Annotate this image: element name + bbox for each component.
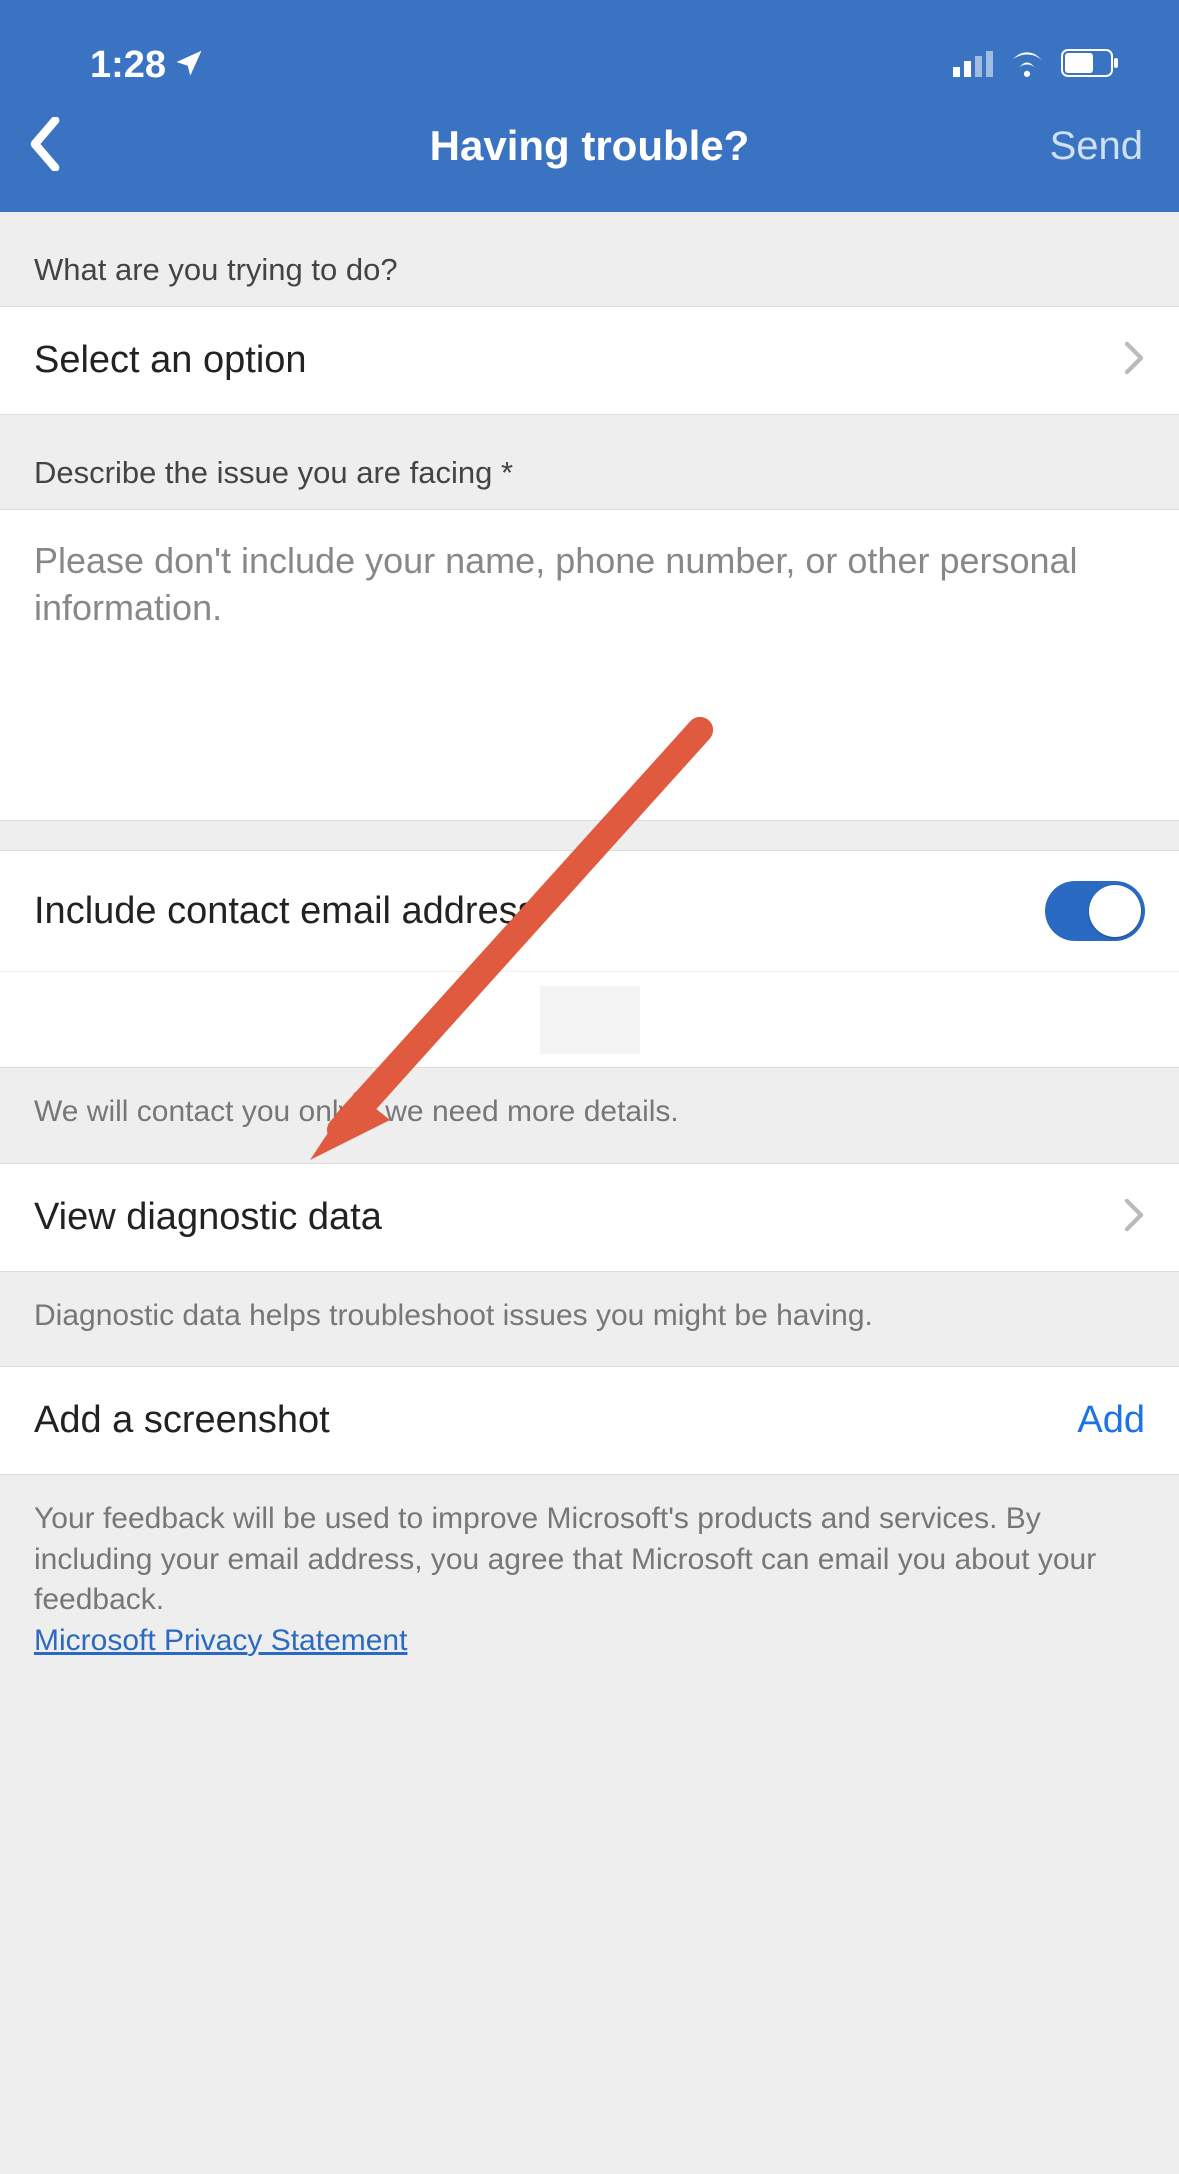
spacer xyxy=(0,821,1179,851)
chevron-right-icon xyxy=(1123,1198,1145,1237)
status-right xyxy=(953,44,1119,87)
view-diagnostic-label: View diagnostic data xyxy=(34,1196,382,1239)
section2-label: Describe the issue you are facing * xyxy=(0,415,1179,509)
section1-label: What are you trying to do? xyxy=(0,212,1179,306)
include-email-label: Include contact email address xyxy=(34,890,537,933)
cellular-signal-icon xyxy=(953,44,993,87)
toggle-knob xyxy=(1089,885,1141,937)
status-bar: 1:28 xyxy=(0,0,1179,100)
email-value-redacted xyxy=(540,986,640,1054)
wifi-icon xyxy=(1007,44,1047,87)
email-field-row[interactable] xyxy=(0,972,1179,1068)
issue-description-input[interactable]: Please don't include your name, phone nu… xyxy=(0,509,1179,821)
add-screenshot-button[interactable]: Add xyxy=(1077,1399,1145,1442)
footer-body: Your feedback will be used to improve Mi… xyxy=(34,1502,1096,1616)
diagnostic-note: Diagnostic data helps troubleshoot issue… xyxy=(0,1272,1179,1367)
status-left: 1:28 xyxy=(90,44,204,87)
send-button[interactable]: Send xyxy=(1050,124,1143,169)
back-button[interactable] xyxy=(28,117,62,176)
status-time: 1:28 xyxy=(90,44,166,87)
include-email-toggle[interactable] xyxy=(1045,881,1145,941)
select-option-text: Select an option xyxy=(34,339,307,382)
chevron-right-icon xyxy=(1123,341,1145,380)
select-option-row[interactable]: Select an option xyxy=(0,306,1179,415)
app-header: 1:28 xyxy=(0,0,1179,212)
contact-note: We will contact you only if we need more… xyxy=(0,1068,1179,1163)
nav-bar: Having trouble? Send xyxy=(0,100,1179,212)
include-email-row: Include contact email address xyxy=(0,851,1179,972)
page-title: Having trouble? xyxy=(0,122,1179,170)
battery-icon xyxy=(1061,44,1119,87)
footer-text: Your feedback will be used to improve Mi… xyxy=(0,1475,1179,1671)
add-screenshot-label: Add a screenshot xyxy=(34,1399,330,1442)
location-arrow-icon xyxy=(174,44,204,87)
view-diagnostic-row[interactable]: View diagnostic data xyxy=(0,1163,1179,1272)
screen: 1:28 xyxy=(0,0,1179,2174)
privacy-statement-link[interactable]: Microsoft Privacy Statement xyxy=(34,1624,407,1657)
issue-placeholder: Please don't include your name, phone nu… xyxy=(34,538,1145,632)
add-screenshot-row: Add a screenshot Add xyxy=(0,1366,1179,1475)
